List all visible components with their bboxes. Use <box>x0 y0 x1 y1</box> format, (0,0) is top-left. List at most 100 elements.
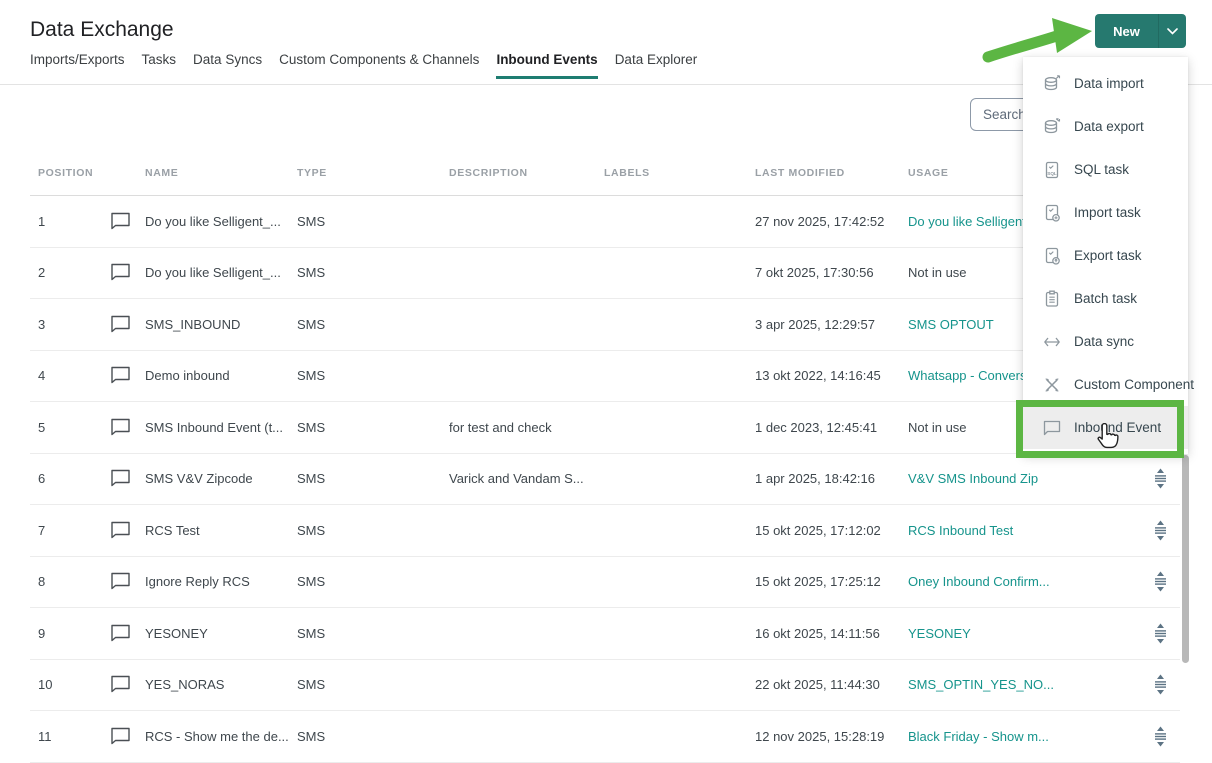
row-name[interactable]: SMS V&V Zipcode <box>145 471 297 486</box>
row-position: 6 <box>30 471 110 486</box>
menu-item-data-export[interactable]: Data export <box>1023 105 1188 148</box>
row-name[interactable]: Ignore Reply RCS <box>145 574 297 589</box>
row-name[interactable]: SMS_INBOUND <box>145 317 297 332</box>
menu-item-inbound-event[interactable]: Inbound Event <box>1023 406 1188 449</box>
row-position: 5 <box>30 420 110 435</box>
reorder-handle-icon[interactable] <box>1140 726 1180 747</box>
tab-inbound-events[interactable]: Inbound Events <box>496 52 597 79</box>
row-type: SMS <box>297 317 449 332</box>
row-usage-link[interactable]: SMS_OPTIN_YES_NO... <box>908 677 1140 692</box>
row-last-modified: 13 okt 2022, 14:16:45 <box>755 368 908 383</box>
table-header-row: POSITION NAME TYPE DESCRIPTION LABELS LA… <box>30 150 1180 196</box>
column-header-position[interactable]: POSITION <box>30 167 110 179</box>
row-name[interactable]: RCS Test <box>145 523 297 538</box>
row-usage-link[interactable]: Oney Inbound Confirm... <box>908 574 1140 589</box>
chat-bubble-icon <box>110 469 145 488</box>
row-position: 10 <box>30 677 110 692</box>
table-row[interactable]: 1 Do you like Selligent_... SMS 27 nov 2… <box>30 196 1180 248</box>
new-dropdown-menu: Data import Data export SQL SQL task <box>1023 57 1188 454</box>
row-type: SMS <box>297 574 449 589</box>
row-usage-link[interactable]: YESONEY <box>908 626 1140 641</box>
data-sync-icon <box>1043 333 1061 351</box>
menu-item-batch-task[interactable]: Batch task <box>1023 277 1188 320</box>
row-last-modified: 3 apr 2025, 12:29:57 <box>755 317 908 332</box>
tab-custom-components-channels[interactable]: Custom Components & Channels <box>279 52 479 79</box>
reorder-handle-icon[interactable] <box>1140 468 1180 489</box>
menu-item-custom-component[interactable]: Custom Component <box>1023 363 1188 406</box>
row-last-modified: 1 dec 2023, 12:45:41 <box>755 420 908 435</box>
row-type: SMS <box>297 523 449 538</box>
row-description: for test and check <box>449 420 604 435</box>
row-usage-link[interactable]: V&V SMS Inbound Zip <box>908 471 1140 486</box>
sql-task-icon: SQL <box>1043 161 1061 179</box>
column-header-name[interactable]: NAME <box>145 167 297 179</box>
menu-item-export-task[interactable]: Export task <box>1023 234 1188 277</box>
chat-bubble-icon <box>110 675 145 694</box>
table-row[interactable]: 4 Demo inbound SMS 13 okt 2022, 14:16:45… <box>30 351 1180 403</box>
menu-item-data-sync[interactable]: Data sync <box>1023 320 1188 363</box>
row-usage-link[interactable]: RCS Inbound Test <box>908 523 1140 538</box>
new-button[interactable]: New <box>1095 14 1186 48</box>
chevron-down-icon <box>1158 14 1186 48</box>
row-name[interactable]: YES_NORAS <box>145 677 297 692</box>
row-last-modified: 7 okt 2025, 17:30:56 <box>755 265 908 280</box>
table-row[interactable]: 10 YES_NORAS SMS 22 okt 2025, 11:44:30 S… <box>30 660 1180 712</box>
column-header-labels[interactable]: LABELS <box>604 167 755 179</box>
svg-text:SQL: SQL <box>1047 171 1057 176</box>
row-position: 7 <box>30 523 110 538</box>
column-header-type[interactable]: TYPE <box>297 167 449 179</box>
reorder-handle-icon[interactable] <box>1140 674 1180 695</box>
table-row[interactable]: 5 SMS Inbound Event (t... SMS for test a… <box>30 402 1180 454</box>
reorder-handle-icon[interactable] <box>1140 571 1180 592</box>
row-usage-link[interactable]: Black Friday - Show m... <box>908 729 1140 744</box>
row-position: 3 <box>30 317 110 332</box>
chat-bubble-icon <box>110 521 145 540</box>
table-row[interactable]: 2 Do you like Selligent_... SMS 7 okt 20… <box>30 248 1180 300</box>
chat-bubble-icon <box>110 366 145 385</box>
row-name[interactable]: Do you like Selligent_... <box>145 214 297 229</box>
menu-item-sql-task[interactable]: SQL SQL task <box>1023 148 1188 191</box>
menu-item-label: Data export <box>1074 119 1144 134</box>
reorder-handle-icon[interactable] <box>1140 623 1180 644</box>
row-type: SMS <box>297 420 449 435</box>
row-type: SMS <box>297 677 449 692</box>
row-position: 8 <box>30 574 110 589</box>
export-task-icon <box>1043 247 1061 265</box>
column-header-description[interactable]: DESCRIPTION <box>449 167 604 179</box>
table-row[interactable]: 11 RCS - Show me the de... SMS 12 nov 20… <box>30 711 1180 763</box>
row-last-modified: 16 okt 2025, 14:11:56 <box>755 626 908 641</box>
row-type: SMS <box>297 626 449 641</box>
menu-item-import-task[interactable]: Import task <box>1023 191 1188 234</box>
row-name[interactable]: YESONEY <box>145 626 297 641</box>
table-row[interactable]: 8 Ignore Reply RCS SMS 15 okt 2025, 17:2… <box>30 557 1180 609</box>
row-description: Varick and Vandam S... <box>449 471 604 486</box>
table-row[interactable]: 9 YESONEY SMS 16 okt 2025, 14:11:56 YESO… <box>30 608 1180 660</box>
menu-item-label: Batch task <box>1074 291 1137 306</box>
row-position: 4 <box>30 368 110 383</box>
batch-task-icon <box>1043 290 1061 308</box>
table-row[interactable]: 6 SMS V&V Zipcode SMS Varick and Vandam … <box>30 454 1180 506</box>
reorder-handle-icon[interactable] <box>1140 520 1180 541</box>
menu-item-label: SQL task <box>1074 162 1129 177</box>
chat-bubble-icon <box>110 624 145 643</box>
tab-data-syncs[interactable]: Data Syncs <box>193 52 262 79</box>
row-name[interactable]: RCS - Show me the de... <box>145 729 297 744</box>
row-last-modified: 27 nov 2025, 17:42:52 <box>755 214 908 229</box>
custom-component-icon <box>1043 376 1061 394</box>
table-row[interactable]: 7 RCS Test SMS 15 okt 2025, 17:12:02 RCS… <box>30 505 1180 557</box>
tab-imports-exports[interactable]: Imports/Exports <box>30 52 125 79</box>
tab-data-explorer[interactable]: Data Explorer <box>615 52 698 79</box>
row-name[interactable]: SMS Inbound Event (t... <box>145 420 297 435</box>
chat-bubble-icon <box>110 212 145 231</box>
inbound-event-icon <box>1043 419 1061 437</box>
menu-item-label: Custom Component <box>1074 377 1194 392</box>
row-last-modified: 15 okt 2025, 17:12:02 <box>755 523 908 538</box>
table-row[interactable]: 3 SMS_INBOUND SMS 3 apr 2025, 12:29:57 S… <box>30 299 1180 351</box>
menu-item-data-import[interactable]: Data import <box>1023 62 1188 105</box>
row-name[interactable]: Demo inbound <box>145 368 297 383</box>
scrollbar-thumb[interactable] <box>1182 455 1189 663</box>
tab-tasks[interactable]: Tasks <box>142 52 177 79</box>
column-header-last-modified[interactable]: LAST MODIFIED <box>755 167 908 179</box>
row-name[interactable]: Do you like Selligent_... <box>145 265 297 280</box>
row-type: SMS <box>297 471 449 486</box>
